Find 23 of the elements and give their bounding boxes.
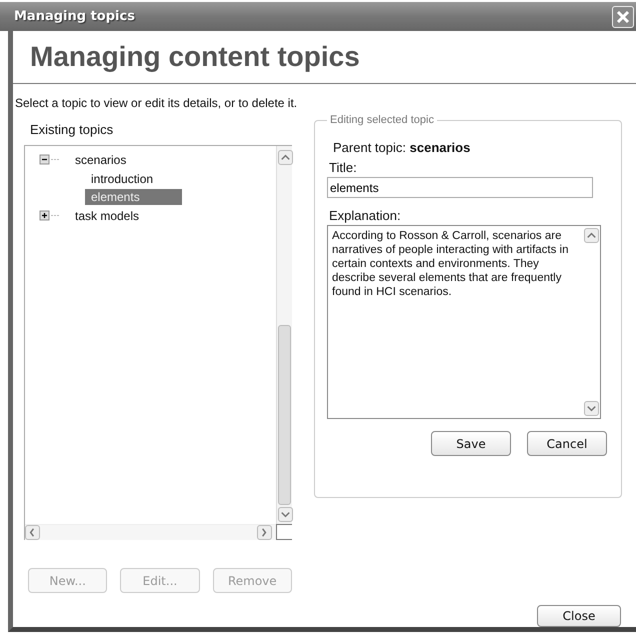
- tree-item[interactable]: task models: [69, 208, 146, 224]
- tree-item[interactable]: elements: [85, 189, 182, 205]
- explanation-field[interactable]: According to Rosson & Carroll, scenarios are narratives of people interacting with artifacts in certain contexts and environments. They describe several elements that are frequently found in HCI scenarios.: [327, 225, 601, 419]
- panel-legend: Editing selected topic: [327, 114, 437, 126]
- collapse-icon[interactable]: [39, 153, 61, 167]
- window-title: Managing topics: [14, 9, 135, 24]
- field-label: Title:: [328, 160, 358, 177]
- field-label: Explanation:: [328, 208, 402, 225]
- expand-icon[interactable]: [39, 209, 61, 223]
- scrollbar-corner: [276, 524, 292, 540]
- instructions-text: Select a topic to view or edit its details, or to delete it.: [15, 95, 298, 110]
- close-button[interactable]: Close: [537, 605, 621, 627]
- title-field[interactable]: elements: [327, 177, 593, 198]
- section-label: Existing topics: [29, 121, 114, 139]
- tree-item[interactable]: introduction: [85, 171, 160, 187]
- parent-topic-text: Parent topic: scenarios: [332, 139, 472, 157]
- vertical-scrollbar[interactable]: [276, 146, 292, 524]
- save-button[interactable]: Save: [431, 431, 511, 456]
- tree-item[interactable]: scenarios: [69, 152, 132, 168]
- horizontal-scrollbar[interactable]: [25, 524, 276, 540]
- cancel-button[interactable]: Cancel: [527, 431, 607, 456]
- close-icon[interactable]: [612, 6, 634, 28]
- page-heading: Managing content topics: [13, 31, 636, 84]
